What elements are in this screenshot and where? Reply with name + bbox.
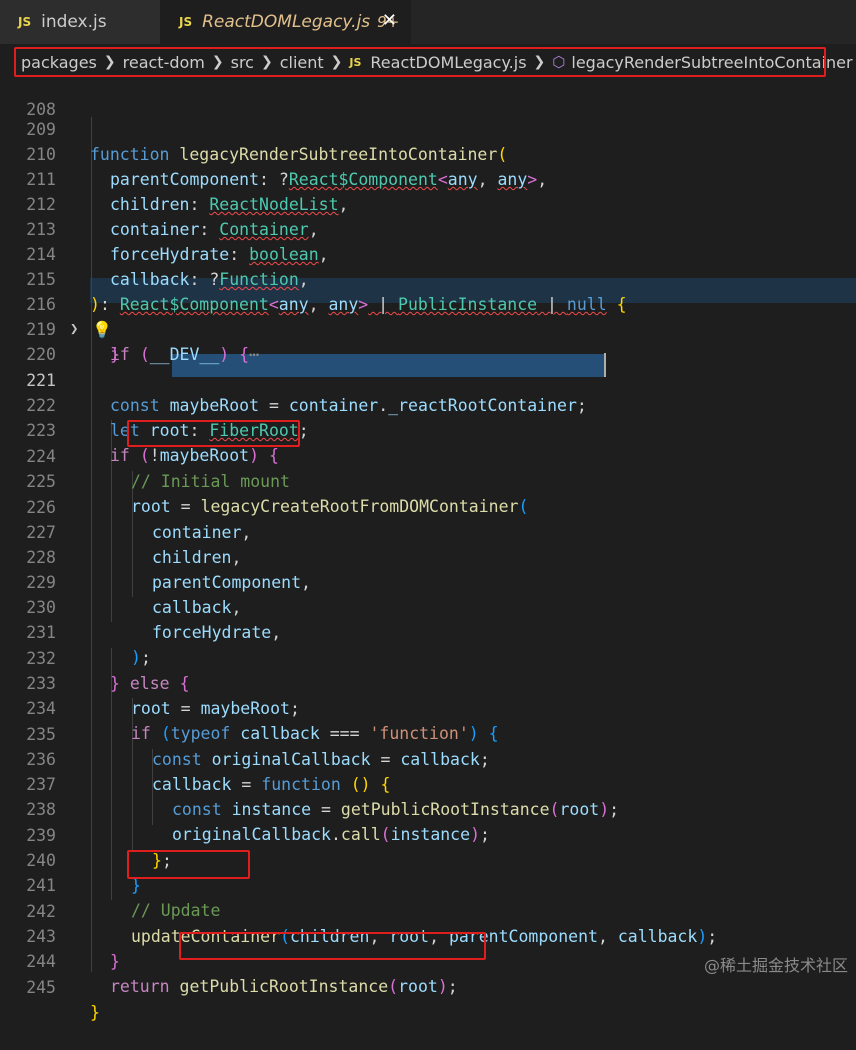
code-line: 209 function legacyRenderSubtreeIntoCont… [0, 92, 856, 164]
code-line: 220 [0, 317, 856, 364]
code-line: 223 if (!maybeRoot) { [0, 393, 856, 465]
code-line: 230 forceHydrate, [0, 570, 856, 642]
code-line: 237 const instance = getPublicRootInstan… [0, 747, 856, 819]
breadcrumb-item-symbol[interactable]: legacyRenderSubtreeIntoContainer [571, 53, 852, 72]
tab-label: ReactDOMLegacy.js [202, 12, 371, 32]
code-line: 233 root = maybeRoot; [0, 646, 856, 718]
code-line: 224 // Initial mount [0, 419, 856, 491]
code-line: 216 ❯ if (__DEV__) {⋯ [0, 267, 856, 364]
tab-react-dom-legacy-js[interactable]: JS ReactDOMLegacy.js 9+ ✕ [161, 0, 411, 44]
code-line: 241 // Update [0, 848, 856, 920]
chevron-right-icon: ❯ [330, 54, 343, 70]
close-tab-icon[interactable]: ✕ [382, 10, 397, 31]
code-line: 238 originalCallback.call(instance); [0, 772, 856, 844]
chevron-right-icon: ❯ [533, 54, 546, 70]
code-line: 213 forceHydrate: boolean, [0, 192, 856, 264]
code-line: 229 callback, [0, 545, 856, 617]
code-line: 234 if (typeof callback === 'function') … [0, 671, 856, 743]
code-line: 239 }; [0, 798, 856, 870]
chevron-right-icon: ❯ [211, 54, 224, 70]
tab-label: index.js [41, 12, 107, 32]
code-text: return getPublicRootInstance(root); [110, 977, 458, 996]
code-line: 210 parentComponent: ?React$Component<an… [0, 117, 856, 189]
code-line: 212 container: Container, [0, 167, 856, 239]
chevron-right-icon: ❯ [103, 54, 116, 70]
code-line: 221 const maybeRoot = container._reactRo… [0, 343, 856, 415]
code-line: 232 } else { [0, 621, 856, 693]
breadcrumb-item-react-dom[interactable]: react-dom [123, 53, 205, 72]
symbol-method-cube-icon: ⬡ [552, 53, 566, 71]
breadcrumb-item-client[interactable]: client [280, 53, 324, 72]
code-line: 227 children, [0, 495, 856, 567]
code-line: 211 children: ReactNodeList, [0, 142, 856, 214]
line-number: 245 [26, 978, 56, 997]
lightbulb-icon[interactable]: 💡 [92, 320, 112, 339]
javascript-file-icon: JS [18, 15, 32, 29]
code-line: 225 root = legacyCreateRootFromDOMContai… [0, 444, 856, 516]
code-line: 244 return getPublicRootInstance(root); [0, 924, 856, 996]
code-editor[interactable]: 208 209 function legacyRenderSubtreeInto… [0, 80, 856, 1022]
code-line: 231 ); [0, 595, 856, 667]
breadcrumb-item-packages[interactable]: packages [21, 53, 97, 72]
code-text: } [90, 1003, 100, 1022]
code-line: 236 callback = function () { [0, 722, 856, 794]
code-line: 240 } [0, 823, 856, 895]
code-line: 214 callback: ?Function, [0, 217, 856, 289]
javascript-file-icon: JS [349, 55, 362, 69]
breadcrumb-item-src[interactable]: src [231, 53, 254, 72]
chevron-right-icon: ❯ [260, 54, 273, 70]
code-line: 219 } [0, 292, 856, 364]
editor-tab-bar: JS index.js JS ReactDOMLegacy.js 9+ ✕ [0, 0, 856, 44]
code-line: 222 let root: FiberRoot; [0, 368, 856, 440]
code-line: 226 container, [0, 470, 856, 542]
code-line: 235 const originalCallback = callback; [0, 697, 856, 769]
code-line: 228 parentComponent, [0, 520, 856, 592]
code-line: 215 ): React$Component<any, any> | Publi… [0, 242, 856, 314]
tab-index-js[interactable]: JS index.js [0, 0, 161, 44]
watermark-text: @稀土掘金技术社区 [703, 956, 848, 975]
code-line: 243 } [0, 899, 856, 971]
javascript-file-icon: JS [179, 15, 193, 29]
code-line: 242 updateContainer(children, root, pare… [0, 874, 856, 946]
breadcrumb-item-file[interactable]: ReactDOMLegacy.js [370, 53, 526, 72]
